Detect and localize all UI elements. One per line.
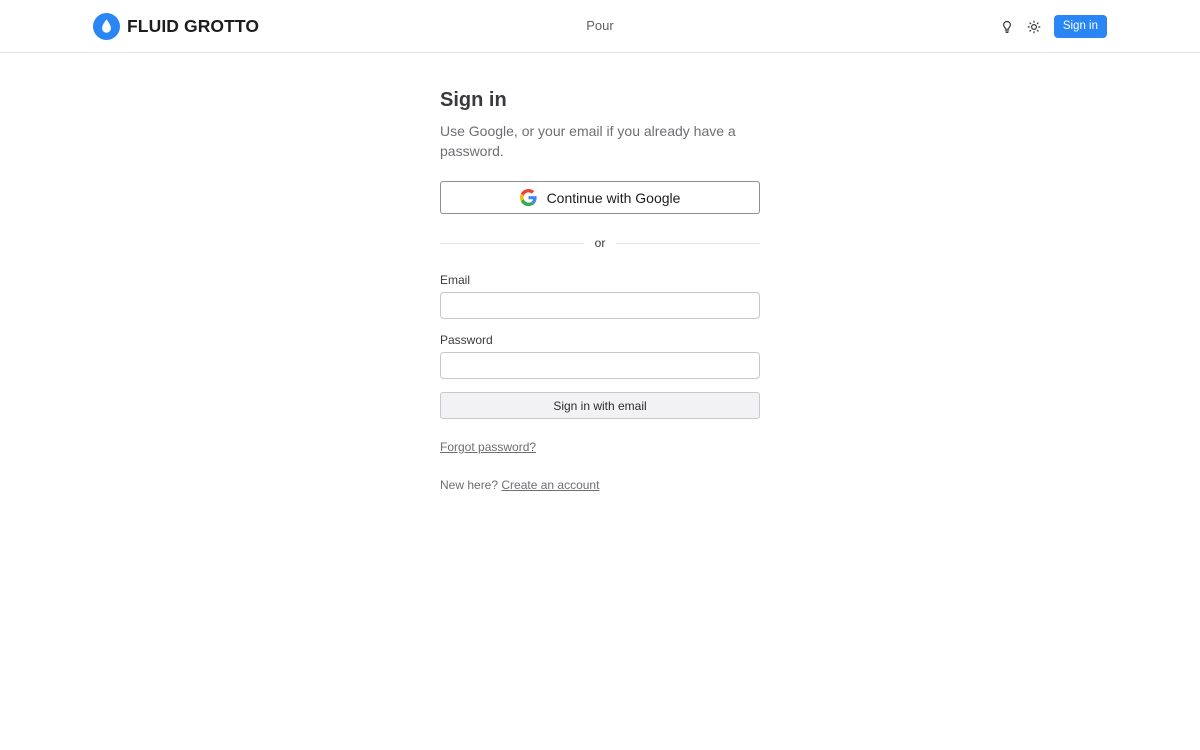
divider-line-left <box>440 242 584 244</box>
create-account-link[interactable]: Create an account <box>501 478 599 492</box>
theme-toggle-button[interactable] <box>1024 17 1044 37</box>
top-navigation-bar: FLUID GROTTO Pour Sign in <box>0 0 1200 53</box>
divider-text: or <box>594 236 606 250</box>
signup-prompt: New here? Create an account <box>440 478 760 492</box>
google-icon <box>519 189 537 206</box>
sign-in-with-email-button[interactable]: Sign in with email <box>440 392 760 419</box>
sign-in-panel: Sign in Use Google, or your email if you… <box>440 88 760 492</box>
page-subtitle: Use Google, or your email if you already… <box>440 123 736 159</box>
password-field[interactable] <box>440 352 760 379</box>
continue-with-google-button[interactable]: Continue with Google <box>440 181 760 214</box>
forgot-password-link[interactable]: Forgot password? <box>440 440 536 454</box>
sun-icon <box>1027 20 1041 33</box>
hint-button[interactable] <box>997 17 1017 37</box>
brand-home-link[interactable]: FLUID GROTTO <box>93 13 259 40</box>
new-here-text: New here? <box>440 478 499 492</box>
lightbulb-icon <box>1002 20 1011 33</box>
password-label: Password <box>440 333 493 347</box>
header-sign-in-button[interactable]: Sign in <box>1053 15 1107 38</box>
header-actions: Sign in <box>997 15 1107 38</box>
page-title: Sign in <box>440 89 507 111</box>
email-field[interactable] <box>440 292 760 319</box>
water-drop-icon <box>93 13 120 40</box>
nav-link-pour[interactable]: Pour <box>570 18 630 33</box>
brand-name: FLUID GROTTO <box>127 16 260 36</box>
divider-line-right <box>616 242 760 244</box>
email-label: Email <box>440 273 471 287</box>
or-divider: or <box>440 236 760 250</box>
google-button-label: Continue with Google <box>546 189 681 206</box>
